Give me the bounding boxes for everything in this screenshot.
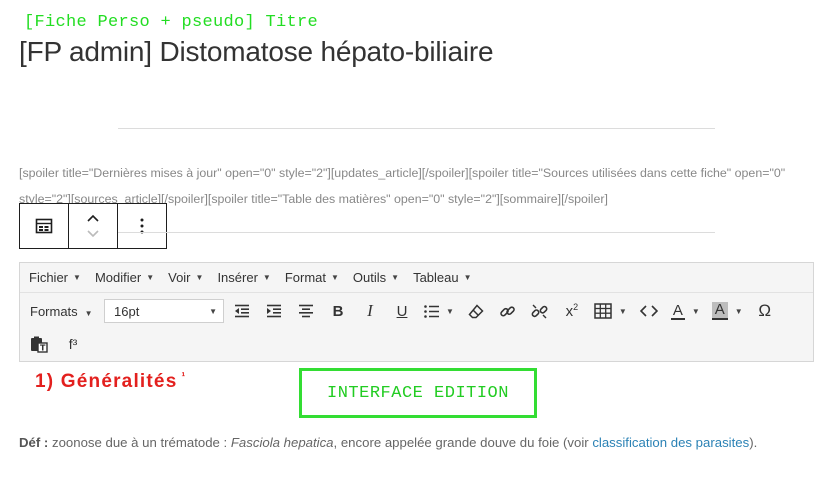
menu-modifier[interactable]: Modifier ▼	[95, 270, 154, 285]
definition-paragraph: Déf : zoonose due à un trématode : Fasci…	[19, 435, 757, 450]
background-color-icon: A	[711, 302, 728, 320]
menu-voir[interactable]: Voir ▼	[168, 270, 203, 285]
italic-icon: I	[367, 301, 373, 320]
eraser-icon	[468, 303, 484, 318]
menu-label: Fichier	[29, 270, 69, 285]
clear-format-button[interactable]	[466, 297, 486, 325]
menu-label: Outils	[352, 270, 387, 285]
interface-annotation-box: INTERFACE EDITION	[299, 368, 537, 418]
section-heading: 1) Généralités ¹	[35, 371, 186, 393]
section-heading-text: 1) Généralités	[35, 371, 178, 392]
species-name: Fasciola hepatica	[230, 435, 334, 450]
rich-text-editor: Fichier ▼ Modifier ▼ Voir ▼ Insérer ▼ Format…	[19, 262, 814, 362]
block-type-icon	[35, 218, 53, 234]
menu-label: Voir	[168, 270, 191, 285]
menu-label: Modifier	[94, 270, 142, 285]
caret-down-icon: ▼	[84, 308, 93, 318]
paste-text-icon: T	[31, 336, 48, 353]
interface-label: INTERFACE EDITION	[327, 383, 509, 403]
caret-down-icon: ▼	[391, 273, 400, 282]
insert-link-button[interactable]	[498, 297, 518, 325]
block-toolbar	[19, 203, 167, 249]
text-color-icon: A	[670, 301, 685, 320]
indent-icon	[267, 304, 281, 318]
menu-format[interactable]: Format ▼	[285, 270, 339, 285]
caret-down-icon: ▼	[195, 273, 204, 282]
page-title: [FP admin] Distomatose hépato-biliaire	[19, 36, 494, 67]
source-code-button[interactable]	[639, 297, 659, 325]
separator	[118, 128, 715, 129]
definition-text: zoonose due à un trématode :	[48, 435, 231, 450]
footnote-marker[interactable]: ¹	[181, 371, 186, 383]
unlink-icon	[532, 304, 548, 318]
formats-dropdown[interactable]: Formats ▼	[30, 304, 102, 319]
superscript-button[interactable]: x2	[562, 297, 582, 325]
block-type-button[interactable]	[20, 204, 69, 248]
background-color-button[interactable]: A ▼	[711, 297, 743, 325]
align-center-button[interactable]	[296, 297, 316, 325]
move-up-down-icon	[87, 214, 99, 238]
editor-toolbar-row2: T f³	[20, 329, 813, 359]
sup-format-button[interactable]: f³	[63, 330, 83, 358]
definition-text: , encore appelée grande douve du foie (v…	[333, 435, 593, 450]
annotation-top: [Fiche Perso + pseudo] Titre	[24, 13, 319, 32]
font-size-value: 16pt	[114, 303, 140, 319]
caret-down-icon: ▼	[691, 306, 700, 316]
classification-link[interactable]: classification des parasites	[592, 435, 749, 450]
menu-fichier[interactable]: Fichier ▼	[29, 270, 81, 285]
outdent-icon	[235, 304, 249, 318]
font-size-select[interactable]: 16pt ▼	[104, 299, 224, 323]
indent-button[interactable]	[264, 297, 284, 325]
bold-button[interactable]: B	[328, 297, 348, 325]
table-button[interactable]: ▼	[594, 297, 627, 325]
definition-label: Déf :	[19, 435, 49, 450]
formats-label: Formats	[30, 303, 78, 319]
editor-menubar: Fichier ▼ Modifier ▼ Voir ▼ Insérer ▼ Format…	[20, 263, 813, 293]
code-icon	[639, 305, 658, 317]
align-center-icon	[299, 304, 313, 318]
menu-outils[interactable]: Outils ▼	[353, 270, 399, 285]
omega-icon: Ω	[758, 301, 772, 320]
link-icon	[500, 305, 516, 317]
caret-down-icon: ▼	[146, 273, 155, 282]
menu-label: Insérer	[217, 270, 258, 285]
bullet-list-button[interactable]: ▼	[424, 297, 454, 325]
bold-icon: B	[332, 302, 344, 320]
underline-button[interactable]: U	[392, 297, 412, 325]
caret-down-icon: ▼	[446, 306, 454, 316]
underline-icon: U	[396, 302, 408, 320]
paste-as-text-button[interactable]: T	[29, 330, 49, 358]
caret-down-icon: ▼	[73, 273, 81, 282]
caret-down-icon: ▼	[262, 273, 271, 282]
remove-link-button[interactable]	[530, 297, 550, 325]
special-char-button[interactable]: Ω	[755, 297, 775, 325]
svg-text:T: T	[40, 343, 46, 352]
caret-down-icon: ▼	[209, 306, 217, 316]
menu-tableau[interactable]: Tableau ▼	[413, 270, 471, 285]
definition-text: ).	[749, 435, 758, 450]
more-options-button[interactable]	[118, 204, 166, 248]
text-color-button[interactable]: A ▼	[670, 297, 700, 325]
separator	[118, 232, 715, 233]
menu-inserer[interactable]: Insérer ▼	[217, 270, 270, 285]
italic-button[interactable]: I	[360, 297, 380, 325]
menu-label: Tableau	[413, 270, 459, 285]
bullet-list-icon	[424, 304, 439, 318]
table-icon	[594, 303, 612, 319]
editor-toolbar: Formats ▼ 16pt ▼ B I U ▼ x2 ▼ A ▼ A ▼ Ω	[20, 293, 813, 329]
caret-down-icon: ▼	[618, 306, 627, 316]
caret-down-icon: ▼	[734, 306, 743, 316]
caret-down-icon: ▼	[463, 273, 472, 282]
superscript-icon: x2	[565, 302, 579, 320]
outdent-button[interactable]	[232, 297, 252, 325]
caret-down-icon: ▼	[331, 273, 339, 282]
move-up-down-button[interactable]	[69, 204, 118, 248]
superscript-f-icon: f³	[68, 336, 78, 352]
menu-label: Format	[284, 270, 326, 285]
